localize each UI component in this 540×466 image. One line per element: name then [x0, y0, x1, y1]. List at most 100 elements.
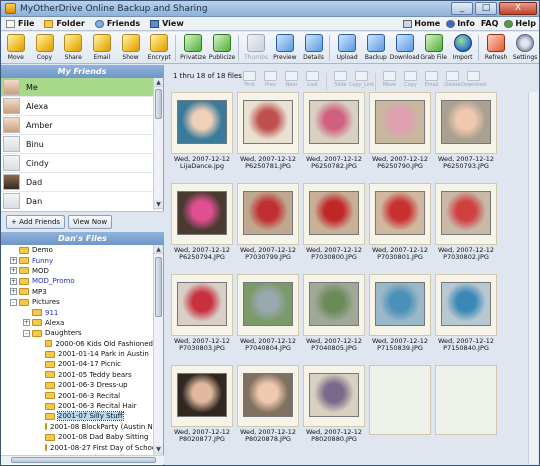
publicize-button[interactable]: Publicize — [209, 32, 235, 64]
folder-node[interactable]: 2001-08-27 First Day of School — [1, 442, 153, 452]
friend-item[interactable]: Cindy — [1, 154, 153, 173]
folder-node[interactable]: 2001-08 Dad Baby Sitting — [1, 432, 153, 442]
photo-thumbnail[interactable]: Wed, 2007-12-12 P7030803.JPG — [171, 274, 233, 352]
thumbs-button[interactable]: Thumbs — [244, 32, 268, 64]
refresh-button[interactable]: Refresh — [484, 32, 508, 64]
copy-link-button[interactable]: Copy_Link — [349, 71, 374, 93]
friends-scroll-thumb[interactable] — [155, 89, 162, 119]
prev-button[interactable]: Prev — [260, 71, 281, 93]
info-link[interactable]: Info — [443, 19, 478, 28]
photo-thumbnail[interactable]: Wed, 2007-12-12 P6250790.JPG — [369, 92, 431, 170]
expand-icon[interactable]: + — [10, 288, 17, 296]
menu-folder[interactable]: Folder — [39, 19, 89, 28]
folder-node[interactable]: + Funny — [1, 255, 153, 265]
photo-thumbnail[interactable]: Wed, 2007-12-12 P7030801.JPG — [369, 183, 431, 261]
friend-item[interactable]: Dad — [1, 173, 153, 192]
photo-thumbnail[interactable]: Wed, 2007-12-12 P7150839.JPG — [369, 274, 431, 352]
folder-node[interactable]: 2001-06-3 Recital Hair — [1, 401, 153, 411]
friend-item[interactable]: Alexa — [1, 97, 153, 116]
download-button[interactable]: Download — [461, 71, 486, 93]
home-link[interactable]: Home — [400, 19, 443, 28]
folder-node[interactable]: 2001-07 Silly Stuff — [1, 411, 153, 422]
tree-scrollbar[interactable]: ▲ ▼ — [153, 245, 163, 455]
folder-node[interactable]: + MOD_Promo — [1, 276, 153, 286]
scroll-up-icon[interactable]: ▲ — [154, 78, 163, 87]
friend-item[interactable]: Amber — [1, 116, 153, 135]
friend-item[interactable]: Me — [1, 78, 153, 97]
folder-node[interactable]: 2000-06 Kids Old Fashioned — [1, 339, 153, 349]
expand-icon[interactable]: + — [10, 267, 17, 275]
first-button[interactable]: First — [239, 71, 260, 93]
collapse-icon[interactable]: - — [10, 298, 17, 306]
minimize-button[interactable]: _ — [451, 2, 473, 15]
photo-thumbnail[interactable]: Wed, 2007-12-12 P6250793.JPG — [435, 92, 497, 170]
folder-node[interactable]: + MP3 — [1, 287, 153, 297]
maximize-button[interactable]: □ — [475, 2, 497, 15]
preview-button[interactable]: Preview — [273, 32, 297, 64]
tree-scroll-up-icon[interactable]: ▲ — [154, 245, 163, 254]
folder-node[interactable]: 2001-01-14 Park in Austin — [1, 349, 153, 359]
photo-thumbnail[interactable]: Wed, 2007-12-12 P6250782.JPG — [303, 92, 365, 170]
folder-node[interactable]: + MOD — [1, 266, 153, 276]
folder-node[interactable]: 2001-08 BlockParty (Austin Night — [1, 422, 153, 432]
photo-thumbnail[interactable]: Wed, 2007-12-12 LijaDance.jpg — [171, 92, 233, 170]
folder-node[interactable]: 911 — [1, 307, 153, 317]
folder-node[interactable]: 2001-04-17 Picnic — [1, 359, 153, 369]
view-now-button[interactable]: View Now — [68, 215, 113, 229]
friend-item[interactable]: Binu — [1, 135, 153, 154]
encrypt-button[interactable]: Encrypt — [147, 32, 171, 64]
friend-item[interactable]: Dan — [1, 192, 153, 210]
copy-button[interactable]: Copy — [400, 71, 421, 93]
next-button[interactable]: Next — [281, 71, 302, 93]
friends-scrollbar[interactable]: ▲ ▼ — [153, 78, 163, 210]
download-button[interactable]: Download — [390, 32, 420, 64]
close-button[interactable]: X — [499, 2, 537, 15]
email-button[interactable]: Email — [421, 71, 442, 93]
delete-button[interactable]: Delete — [442, 71, 463, 93]
backup-button[interactable]: Backup — [364, 32, 388, 64]
show-button[interactable]: Show — [119, 32, 143, 64]
expand-icon[interactable]: + — [10, 257, 17, 265]
photo-thumbnail[interactable]: Wed, 2007-12-12 P8020877.JPG — [171, 365, 233, 443]
settings-button[interactable]: Settings — [513, 32, 537, 64]
share-button[interactable]: Share — [61, 32, 85, 64]
photo-thumbnail[interactable]: Wed, 2007-12-12 P7030799.JPG — [237, 183, 299, 261]
faq-link[interactable]: FAQ — [478, 19, 502, 28]
folder-node[interactable]: - Daughters — [1, 328, 153, 338]
folder-node[interactable]: 2001-06-3 Recital — [1, 390, 153, 400]
scroll-down-icon[interactable]: ▼ — [154, 200, 163, 209]
folder-node[interactable]: Demo — [1, 245, 153, 255]
folder-node[interactable]: + Alexa — [1, 318, 153, 328]
photo-thumbnail[interactable]: Wed, 2007-12-12 P7030802.JPG — [435, 183, 497, 261]
tree-h-scrollbar[interactable] — [1, 455, 164, 464]
upload-button[interactable]: Upload — [335, 32, 359, 64]
move-button[interactable]: Move — [379, 71, 400, 93]
add-friends-button[interactable]: + Add Friends — [6, 215, 66, 229]
tree-scroll-down-icon[interactable]: ▼ — [154, 445, 163, 454]
folder-node[interactable]: - Pictures — [1, 297, 153, 307]
tree-h-scroll-thumb[interactable] — [11, 457, 156, 463]
photo-thumbnail[interactable]: Wed, 2007-12-12 P7040805.JPG — [303, 274, 365, 352]
help-link[interactable]: Help — [501, 19, 539, 28]
photo-thumbnail[interactable]: Wed, 2007-12-12 P7150840.JPG — [435, 274, 497, 352]
grab-file-button[interactable]: Grab File — [420, 32, 447, 64]
copy-button[interactable]: Copy — [33, 32, 57, 64]
tree-scroll-thumb[interactable] — [155, 257, 162, 317]
menu-friends[interactable]: Friends — [90, 19, 145, 28]
folder-node[interactable]: 2001-06-3 Dress-up — [1, 380, 153, 390]
move-button[interactable]: Move — [4, 32, 28, 64]
menu-file[interactable]: File — [1, 19, 39, 28]
photo-thumbnail[interactable]: Wed, 2007-12-12 P6250781.JPG — [237, 92, 299, 170]
main-scrollbar[interactable] — [528, 92, 538, 464]
expand-icon[interactable]: + — [10, 277, 17, 285]
expand-icon[interactable]: + — [23, 319, 30, 327]
photo-thumbnail[interactable]: Wed, 2007-12-12 P8020878.JPG — [237, 365, 299, 443]
email-button[interactable]: Email — [90, 32, 114, 64]
photo-thumbnail[interactable]: Wed, 2007-12-12 P6250794.JPG — [171, 183, 233, 261]
menu-view[interactable]: View — [145, 19, 189, 28]
photo-thumbnail[interactable]: Wed, 2007-12-12 P7030800.JPG — [303, 183, 365, 261]
photo-thumbnail[interactable]: Wed, 2007-12-12 P7040804.JPG — [237, 274, 299, 352]
import-button[interactable]: Import — [451, 32, 475, 64]
details-button[interactable]: Details — [302, 32, 326, 64]
folder-node[interactable]: 2001-05 Teddy bears — [1, 370, 153, 380]
